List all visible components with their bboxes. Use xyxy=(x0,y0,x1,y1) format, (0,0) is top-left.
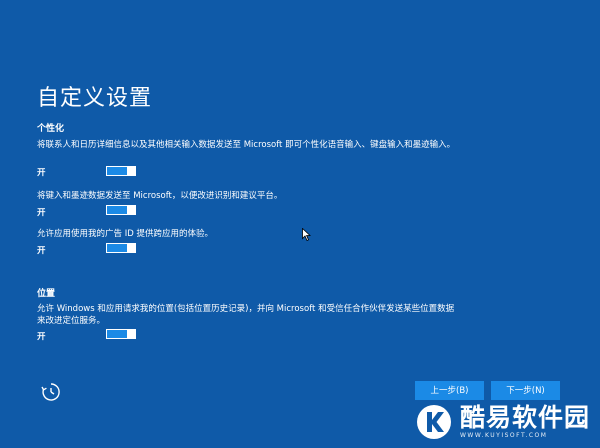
setting-description-contacts: 将联系人和日历详细信息以及其他相关输入数据发送至 Microsoft 即可个性化… xyxy=(37,140,456,150)
page-title: 自定义设置 xyxy=(37,86,153,111)
personalization-heading: 个性化 xyxy=(37,124,65,134)
setting-description-location: 允许 Windows 和应用请求我的位置(包括位置历史记录)，并向 Micros… xyxy=(37,304,455,326)
toggle-knob xyxy=(127,166,135,176)
setting-state-typing: 开 xyxy=(37,208,46,218)
watermark-text: 酷易软件园 WWW.KUYISOFT.COM xyxy=(460,405,590,439)
toggle-knob xyxy=(127,243,135,253)
toggle-typing[interactable] xyxy=(106,205,136,215)
setting-state-advertising: 开 xyxy=(37,246,46,256)
mouse-cursor-icon xyxy=(302,226,312,245)
toggle-contacts[interactable] xyxy=(106,166,136,176)
k-logo-icon xyxy=(416,404,452,440)
watermark-name: 酷易软件园 xyxy=(460,403,591,432)
toggle-knob xyxy=(127,205,135,215)
setting-state-location: 开 xyxy=(37,332,46,342)
watermark-url: WWW.KUYISOFT.COM xyxy=(460,432,548,439)
ease-of-access-icon[interactable] xyxy=(40,381,62,403)
location-heading: 位置 xyxy=(37,289,56,299)
toggle-location[interactable] xyxy=(106,329,136,339)
setting-description-advertising: 允许应用使用我的广告 ID 提供跨应用的体验。 xyxy=(37,229,213,239)
watermark: 酷易软件园 WWW.KUYISOFT.COM xyxy=(410,396,600,448)
toggle-advertising[interactable] xyxy=(106,243,136,253)
toggle-knob xyxy=(127,329,135,339)
setting-description-typing: 将键入和墨迹数据发送至 Microsoft，以便改进识别和建议平台。 xyxy=(37,191,283,201)
setting-state-contacts: 开 xyxy=(37,168,46,178)
